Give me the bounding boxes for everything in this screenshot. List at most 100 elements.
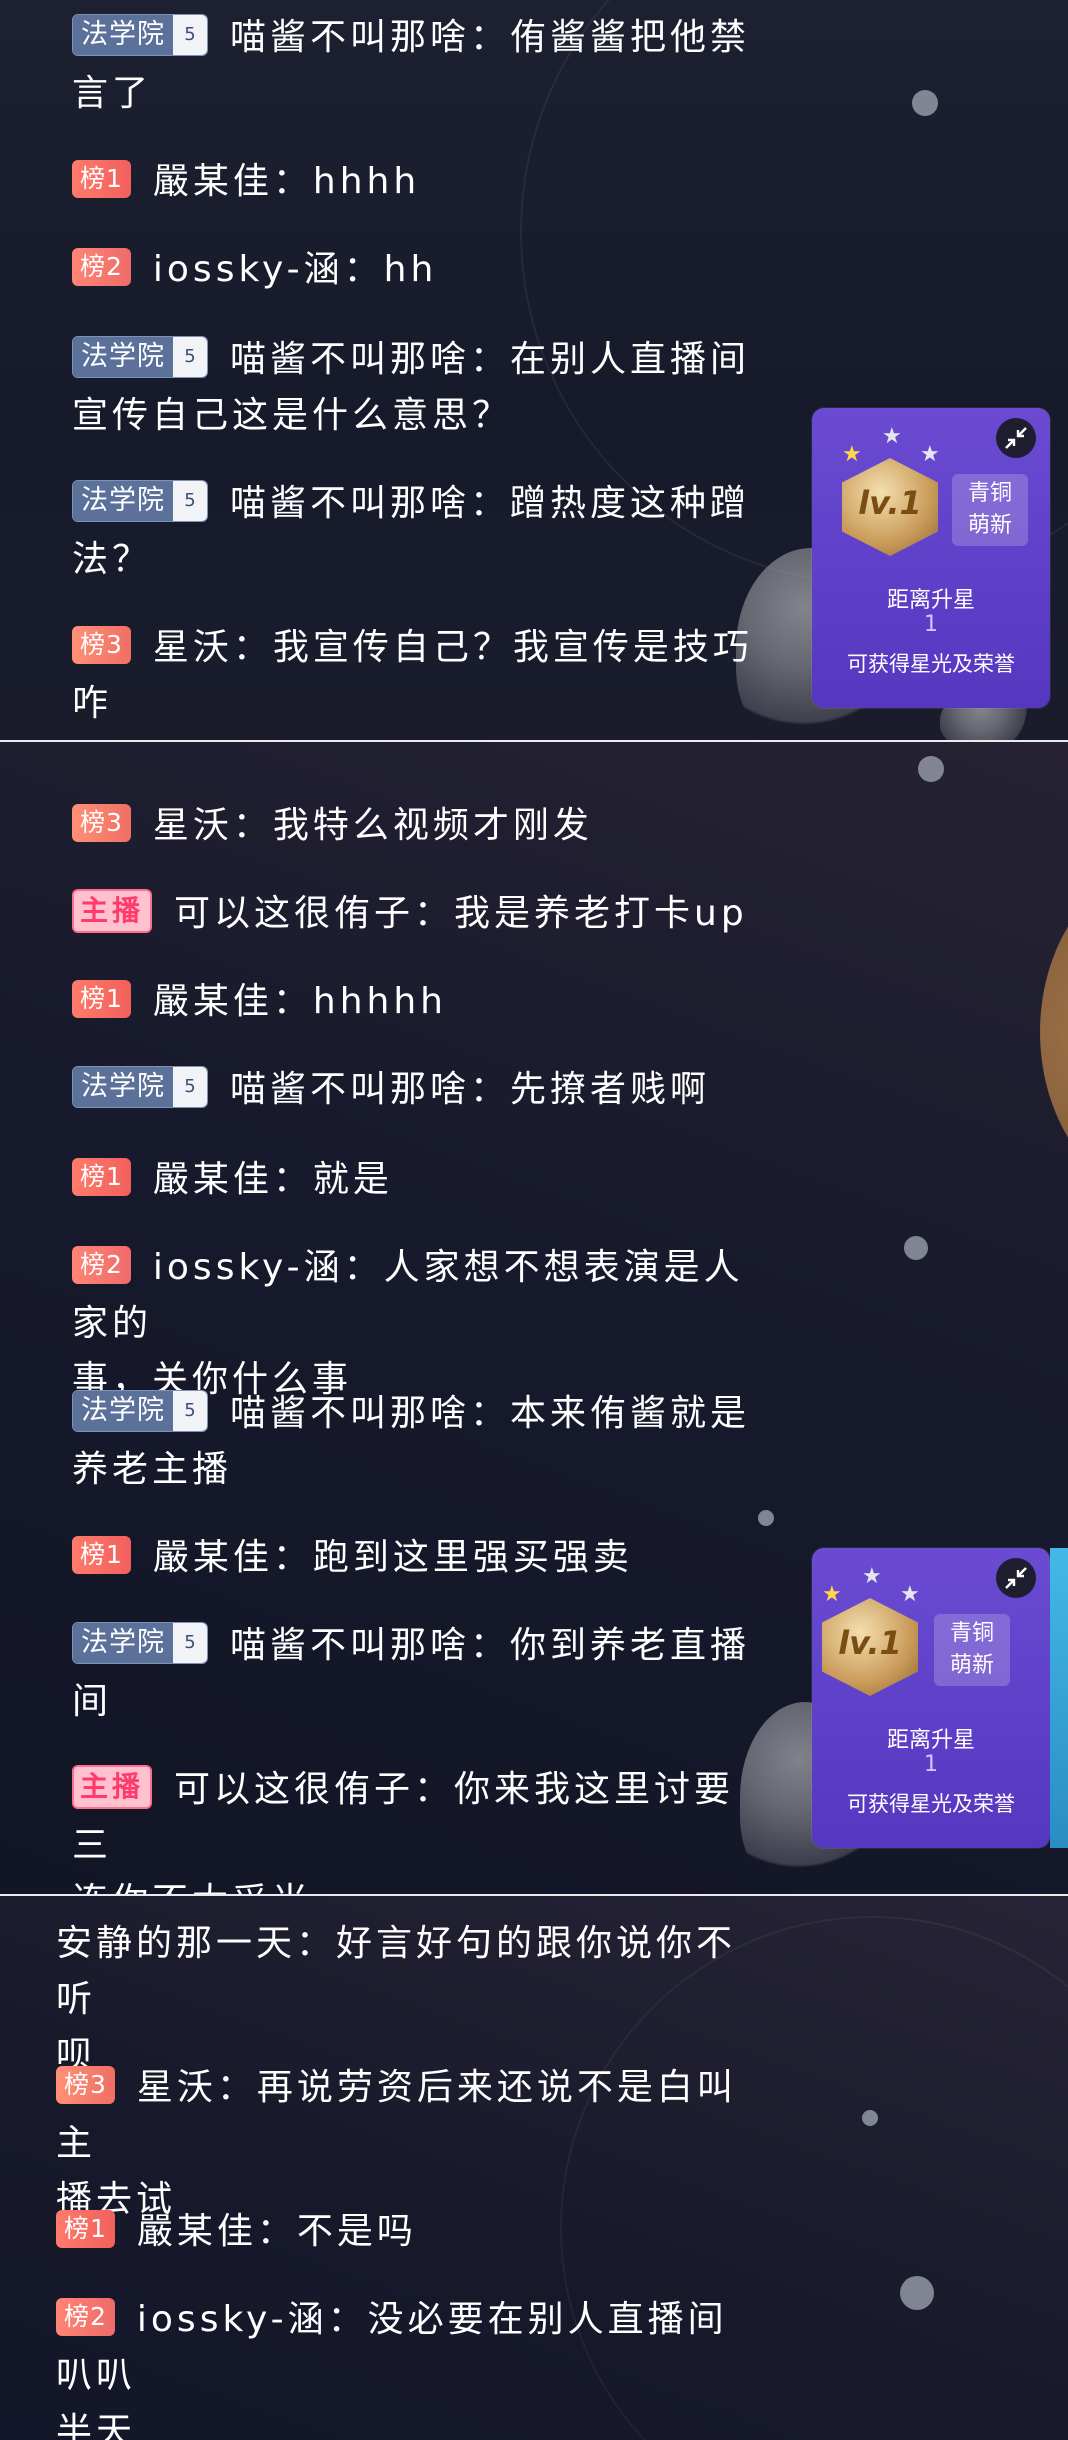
rank-badge: 榜2 xyxy=(56,2298,115,2336)
message-text: 法？ xyxy=(72,539,153,580)
chat-panel-2: 榜3 星沃：我特么视频才刚发 主播 可以这很侑子：我是养老打卡up 榜1 嚴某佳：hh… xyxy=(0,742,1068,1896)
chat-message: 法学院 5 喵酱不叫那啥：在别人直播间宣传自己这是什么意思？ xyxy=(72,332,772,444)
badge-level: 5 xyxy=(173,1067,207,1107)
host-badge: 主播 xyxy=(72,1765,153,1809)
chat-message: 安静的那一天：好言好句的跟你说你不听呗 xyxy=(56,1916,756,2084)
chat-message: 榜3 星沃：我特么视频才刚发 xyxy=(72,798,772,854)
star-icon: ★ xyxy=(822,1582,842,1607)
chat-message: 榜2 iossky-涵：没必要在别人直播间叭叭半天 xyxy=(56,2292,756,2440)
tier-line: 青铜 xyxy=(949,1621,994,1646)
star-icon: ★ xyxy=(882,424,902,449)
chat-message: 法学院 5 喵酱不叫那啥：你到养老直播间 xyxy=(72,1618,772,1730)
school-badge: 法学院 5 xyxy=(72,1390,208,1432)
badge-level: 5 xyxy=(173,337,207,377)
tier-line: 青铜 xyxy=(967,481,1012,506)
rank-badge: 榜1 xyxy=(72,1158,131,1196)
message-text: 言了 xyxy=(72,73,153,114)
school-badge: 法学院 5 xyxy=(72,336,208,378)
message-text: 喵酱不叫那啥：你到养老直播 xyxy=(230,1625,751,1666)
rank-badge: 榜1 xyxy=(56,2210,115,2248)
distance-value: 1 xyxy=(924,1752,938,1777)
message-text: iossky-涵：没必要在别人直播间叭叭 xyxy=(56,2299,728,2396)
chat-message: 榜3星沃：我宣传自己？我宣传是技巧咋啦？ xyxy=(72,620,772,742)
side-edge-strip xyxy=(1050,1548,1068,1848)
chat-message: 榜2 iossky-涵：人家想不想表演是人家的 事，关你什么事 xyxy=(72,1240,772,1408)
message-text: 喵酱不叫那啥：侑酱酱把他禁 xyxy=(230,17,751,58)
chat-message: 榜2 iossky-涵：hh xyxy=(72,242,772,298)
star-icon: ★ xyxy=(900,1582,920,1607)
chat-message: 榜3 星沃：再说劳资后来还说不是白叫主 播去试 xyxy=(56,2060,756,2228)
badge-label: 法学院 xyxy=(73,1623,173,1663)
collapse-arrows-icon xyxy=(1005,427,1027,449)
level-text: lv.1 xyxy=(858,484,922,522)
distance-value: 1 xyxy=(924,612,938,637)
rank-badge: 榜1 xyxy=(72,160,131,198)
message-text: 星沃：再说劳资后来还说不是白叫主 xyxy=(56,2067,737,2164)
planet-dot-decoration xyxy=(862,2110,878,2126)
collapse-arrows-icon xyxy=(1005,1567,1027,1589)
message-text: 宣传自己这是什么意思？ xyxy=(72,395,513,436)
message-text: 嚴某佳：不是吗 xyxy=(136,2211,417,2252)
tier-label: 青铜 萌新 xyxy=(934,1614,1010,1686)
badge-label: 法学院 xyxy=(73,1391,173,1431)
message-text: 喵酱不叫那啥：在别人直播间 xyxy=(230,339,751,380)
rank-badge: 榜3 xyxy=(72,626,131,664)
badge-level: 5 xyxy=(173,481,207,521)
planet-dot-decoration xyxy=(758,1510,774,1526)
level-medal-icon: lv.1 xyxy=(842,458,938,556)
school-badge: 法学院 5 xyxy=(72,480,208,522)
tier-line: 萌新 xyxy=(967,513,1012,538)
chat-message: 法学院 5 喵酱不叫那啥：本来侑酱就是养老主播 xyxy=(72,1386,772,1498)
collapse-button[interactable] xyxy=(996,418,1036,458)
collapse-button[interactable] xyxy=(996,1558,1036,1598)
star-icon: ★ xyxy=(920,442,940,467)
message-text: 可以这很侑子：我是养老打卡up xyxy=(174,893,748,934)
badge-label: 法学院 xyxy=(73,481,173,521)
reward-text: 可获得星光及荣誉 xyxy=(847,1792,1015,1816)
badge-level: 5 xyxy=(173,1623,207,1663)
level-text: lv.1 xyxy=(838,1624,902,1662)
chat-message: 榜1 嚴某佳：就是 xyxy=(72,1152,772,1208)
school-badge: 法学院 5 xyxy=(72,14,208,56)
planet-dot-decoration xyxy=(904,1236,928,1260)
planet-dot-decoration xyxy=(912,90,938,116)
rank-badge: 榜1 xyxy=(72,1536,131,1574)
rank-badge: 榜2 xyxy=(72,1246,131,1284)
chat-message: 榜1 嚴某佳：hhhh xyxy=(72,154,772,210)
message-text: 喵酱不叫那啥：蹭热度这种蹭 xyxy=(230,483,751,524)
message-text: 嚴某佳：hhhh xyxy=(152,161,421,202)
message-text: 嚴某佳：hhhhh xyxy=(152,981,447,1022)
school-badge: 法学院 5 xyxy=(72,1622,208,1664)
chat-message: 主播 可以这很侑子：我是养老打卡up xyxy=(72,886,772,942)
message-text: 间 xyxy=(72,1681,113,1722)
planet-decoration xyxy=(1040,862,1068,1202)
rank-badge: 榜3 xyxy=(72,804,131,842)
message-text: 喵酱不叫那啥：先撩者贱啊 xyxy=(230,1069,711,1110)
distance-label: 距离升星 xyxy=(886,588,975,613)
tier-label: 青铜 萌新 xyxy=(952,474,1028,546)
chat-message: 法学院 5 喵酱不叫那啥：蹭热度这种蹭法？ xyxy=(72,476,772,588)
school-badge: 法学院 5 xyxy=(72,1066,208,1108)
level-card[interactable]: ★ ★ ★ lv.1 青铜 萌新 距离升星 1 可获得星光及荣誉 xyxy=(812,1548,1050,1848)
message-text: 喵酱不叫那啥：本来侑酱就是 xyxy=(230,1393,751,1434)
message-text: 星沃：我特么视频才刚发 xyxy=(152,805,593,846)
planet-dot-decoration xyxy=(918,756,944,782)
badge-level: 5 xyxy=(173,1391,207,1431)
chat-message: 法学院 5 喵酱不叫那啥：先撩者贱啊 xyxy=(72,1062,772,1118)
chat-message: 法学院 5 喵酱不叫那啥：侑酱酱把他禁言了 xyxy=(72,10,772,122)
message-text: iossky-涵：hh xyxy=(152,249,438,290)
badge-label: 法学院 xyxy=(73,1067,173,1107)
message-text: 安静的那一天：好言好句的跟你说你不听 xyxy=(56,1923,737,2020)
message-text: 养老主播 xyxy=(72,1449,233,1490)
level-card[interactable]: ★ ★ ★ lv.1 青铜 萌新 距离升星 1 可获得星光及荣誉 xyxy=(812,408,1050,708)
message-text: 半天 xyxy=(56,2411,137,2440)
level-medal-icon: lv.1 xyxy=(822,1598,918,1696)
message-text: 星沃：我宣传自己？我宣传是技巧咋 xyxy=(72,627,753,724)
message-text: 可以这很侑子：你来我这里讨要三 xyxy=(72,1769,735,1866)
host-badge: 主播 xyxy=(72,889,153,933)
message-text: 嚴某佳：就是 xyxy=(152,1159,393,1200)
star-icon: ★ xyxy=(862,1564,882,1589)
planet-dot-decoration xyxy=(900,2276,934,2310)
reward-text: 可获得星光及荣誉 xyxy=(847,652,1015,676)
rank-badge: 榜1 xyxy=(72,980,131,1018)
